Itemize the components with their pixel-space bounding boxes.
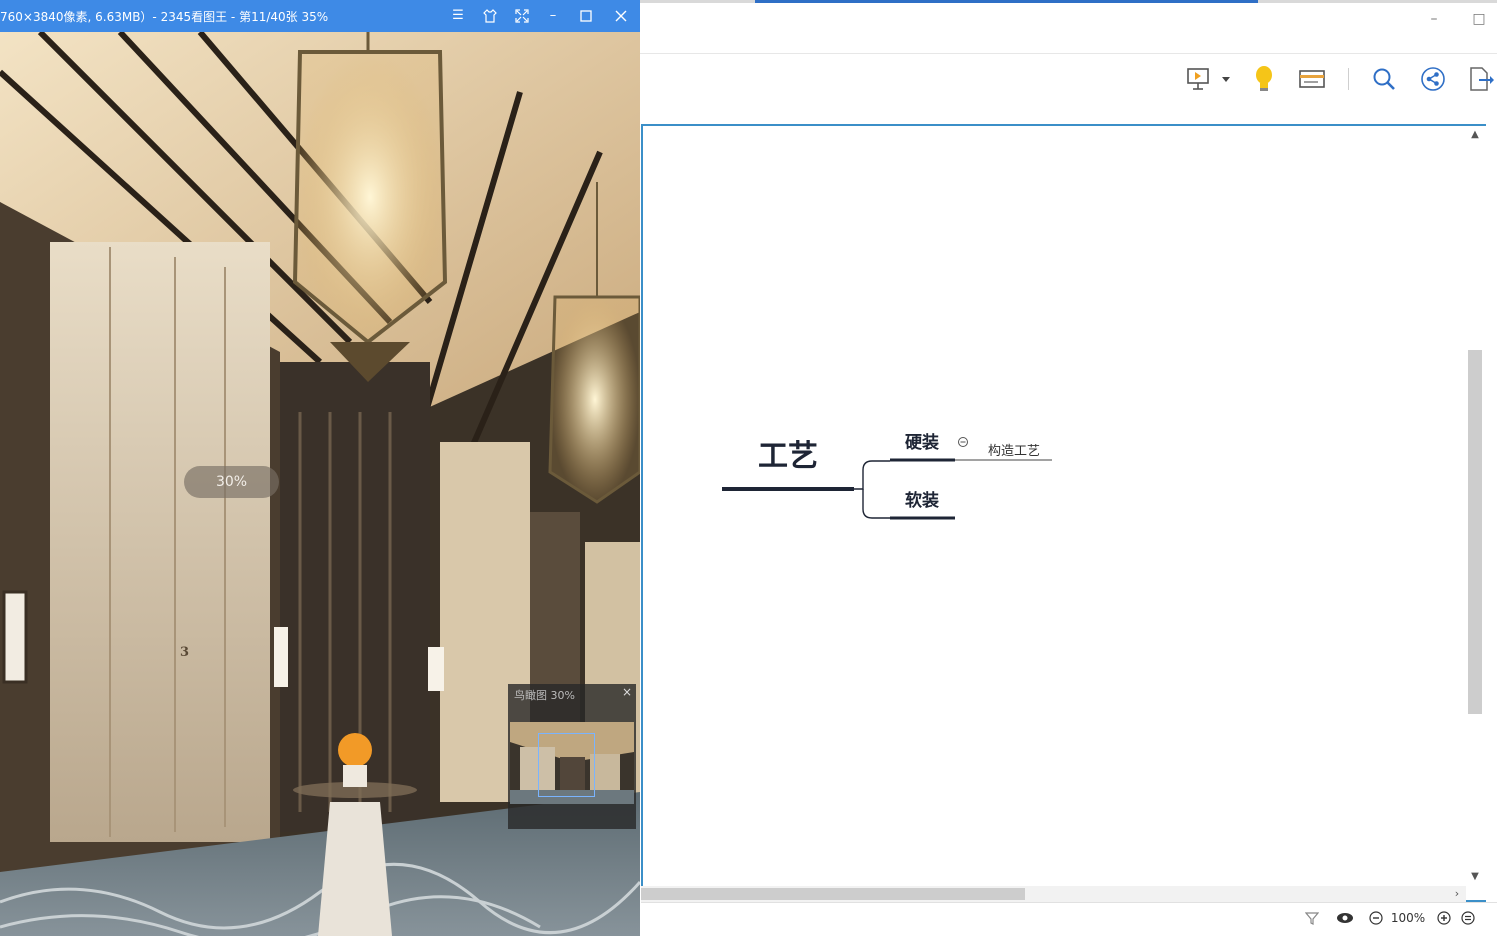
vertical-scrollbar[interactable]: ▲ ▼ <box>1466 126 1484 886</box>
horizontal-scrollbar[interactable]: › <box>641 886 1466 902</box>
menu-icon[interactable]: ☰ <box>448 6 468 26</box>
eye-icon[interactable] <box>1335 909 1355 927</box>
viewer-title: 760×3840像素, 6.63MB）- 2345看图王 - 第11/40张 3… <box>0 10 329 24</box>
svg-text:3: 3 <box>180 645 189 660</box>
zoom-level[interactable]: 100% <box>1388 909 1428 927</box>
skin-icon[interactable] <box>480 6 500 26</box>
navigator-panel[interactable]: 鸟瞰图 30% × <box>508 684 636 829</box>
scroll-right-icon[interactable]: › <box>1450 886 1464 902</box>
viewer-titlebar[interactable]: 760×3840像素, 6.63MB）- 2345看图王 - 第11/40张 3… <box>0 0 640 32</box>
fullscreen-icon[interactable] <box>512 6 532 26</box>
vertical-scroll-thumb[interactable] <box>1468 350 1482 714</box>
navigator-viewport-frame[interactable] <box>538 733 595 797</box>
minimize-icon[interactable]: – <box>543 6 563 26</box>
zoom-in-icon[interactable] <box>1436 909 1452 927</box>
image-viewer-window: 760×3840像素, 6.63MB）- 2345看图王 - 第11/40张 3… <box>0 0 640 936</box>
menu-icon[interactable] <box>1460 909 1476 927</box>
collapse-circle-icon[interactable] <box>957 433 969 447</box>
filter-icon[interactable] <box>1303 909 1321 927</box>
subtopic-construction-process[interactable]: 构造工艺 <box>988 440 1040 459</box>
maximize-icon[interactable] <box>576 6 596 26</box>
status-bar: 100% <box>641 902 1497 933</box>
scroll-up-icon[interactable]: ▲ <box>1466 128 1484 142</box>
scroll-down-icon[interactable]: ▼ <box>1466 870 1484 884</box>
zoom-level-bubble: 30% <box>184 466 279 498</box>
close-icon[interactable] <box>611 6 631 26</box>
horizontal-scroll-thumb[interactable] <box>641 888 1025 900</box>
main-topic-hard-decoration[interactable]: 硬装 <box>905 428 939 453</box>
navigator-title: 鸟瞰图 30% <box>514 689 575 702</box>
central-topic[interactable]: 工艺 <box>758 431 818 475</box>
main-topic-soft-decoration[interactable]: 软装 <box>905 486 939 511</box>
zoom-out-icon[interactable] <box>1368 909 1384 927</box>
navigator-close-icon[interactable]: × <box>622 685 632 699</box>
